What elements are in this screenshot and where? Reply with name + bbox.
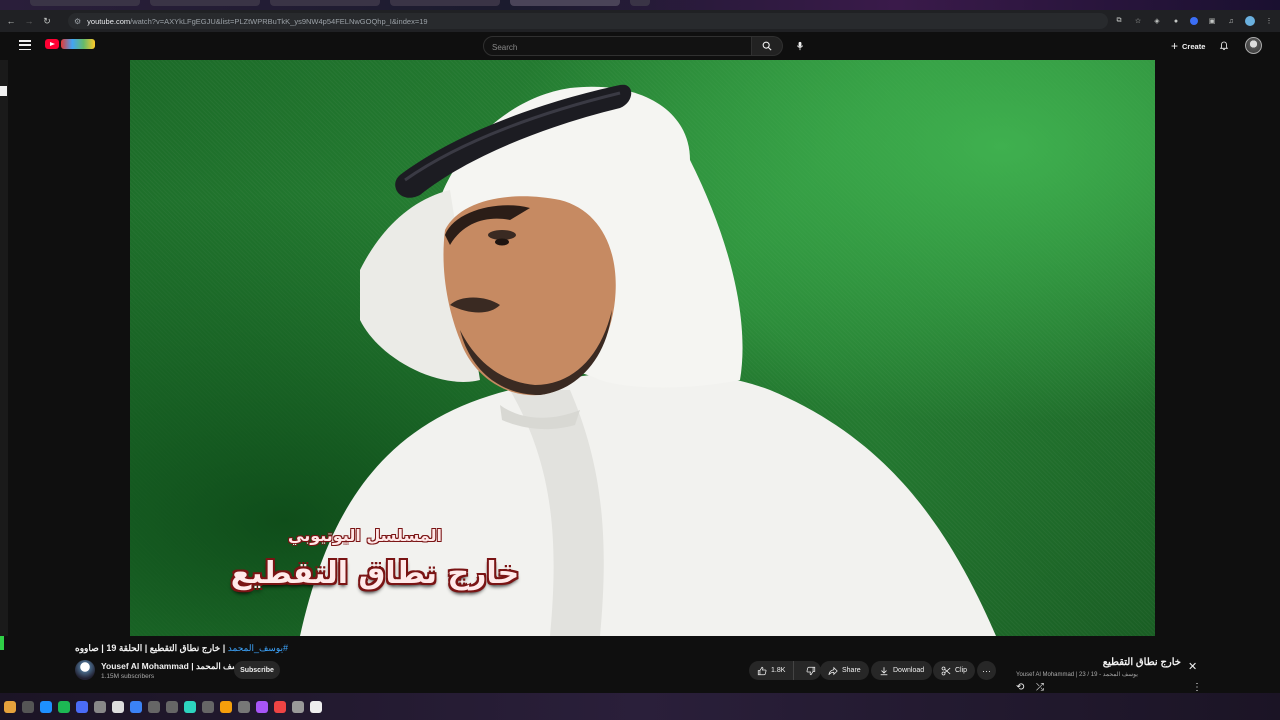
edge-marker bbox=[0, 86, 7, 96]
like-dislike-group: 1.8K bbox=[749, 661, 821, 680]
taskbar-app-icon[interactable] bbox=[310, 700, 322, 713]
taskbar-app-icon[interactable] bbox=[256, 700, 268, 713]
video-player[interactable]: المسلسل اليوتيوبي خارج نطاق التقطيع bbox=[130, 60, 1155, 636]
notifications-button[interactable] bbox=[1216, 38, 1232, 54]
taskbar-app-icon[interactable] bbox=[148, 700, 160, 713]
reload-button[interactable]: ↻ bbox=[40, 14, 54, 28]
taskbar-app-icon[interactable] bbox=[166, 700, 178, 713]
download-label: Download bbox=[893, 667, 925, 674]
taskbar-app-icon[interactable] bbox=[202, 700, 214, 713]
os-taskbar bbox=[0, 693, 1280, 720]
search-icon bbox=[762, 41, 772, 51]
taskbar-app-icon[interactable] bbox=[292, 700, 304, 713]
shuffle-icon[interactable]: ⤮ bbox=[1036, 682, 1044, 693]
video-overlay-title: خارج نطاق التقطيع bbox=[230, 556, 520, 591]
create-button[interactable]: + Create bbox=[1163, 37, 1213, 55]
youtube-masthead: + Create bbox=[0, 32, 1280, 60]
browser-tab[interactable] bbox=[390, 0, 500, 6]
browser-tab[interactable] bbox=[630, 0, 650, 6]
taskbar-app-icon[interactable] bbox=[40, 700, 52, 713]
left-page-edge bbox=[0, 60, 8, 636]
loop-icon[interactable]: ⟲ bbox=[1016, 682, 1024, 693]
forward-button[interactable]: → bbox=[22, 14, 36, 28]
account-avatar[interactable] bbox=[1245, 37, 1262, 54]
extension-icon[interactable]: ◈ bbox=[1152, 16, 1162, 26]
profile-avatar-icon[interactable] bbox=[1245, 16, 1255, 26]
taskbar-app-icon[interactable] bbox=[220, 700, 232, 713]
playlist-meta: Yousef Al Mohammad | يوسف المحمد - 19 / … bbox=[1016, 672, 1138, 678]
thumbs-down-icon bbox=[806, 666, 816, 675]
browser-tab-active[interactable] bbox=[510, 0, 620, 6]
extensions-puzzle-icon[interactable]: ▣ bbox=[1207, 16, 1217, 26]
video-title-text: | خارج نطاق التقطيع | الحلقة 19 | صاووه bbox=[75, 643, 226, 653]
video-title: #يوسف_المحمد | خارج نطاق التقطيع | الحلق… bbox=[75, 643, 288, 654]
search-button[interactable] bbox=[752, 36, 783, 56]
plus-icon: + bbox=[1171, 39, 1179, 53]
subscriber-count: 1.15M subscribers bbox=[101, 673, 155, 680]
url-host: youtube.com bbox=[87, 16, 131, 26]
extension-icons: ⧉ ☆ ◈ ● ▣ ♫ ⋮ bbox=[1114, 14, 1280, 28]
thumbs-up-icon bbox=[757, 666, 767, 675]
browser-toolbar: ← → ↻ ⚙ youtube.com/watch?v=AXYkLFgEGJU&… bbox=[0, 10, 1280, 32]
video-overlay-subtitle: المسلسل اليوتيوبي bbox=[288, 526, 442, 545]
browser-tab[interactable] bbox=[270, 0, 380, 6]
address-bar[interactable]: ⚙ youtube.com/watch?v=AXYkLFgEGJU&list=P… bbox=[68, 13, 1108, 29]
browser-menu-icon[interactable]: ⋮ bbox=[1264, 16, 1274, 26]
browser-tab[interactable] bbox=[150, 0, 260, 6]
install-app-icon[interactable]: ⧉ bbox=[1114, 16, 1124, 26]
youtube-play-icon bbox=[45, 39, 59, 49]
more-actions-button[interactable]: ··· bbox=[977, 661, 996, 680]
taskbar-app-icon[interactable] bbox=[238, 700, 250, 713]
bookmark-star-icon[interactable]: ☆ bbox=[1133, 16, 1143, 26]
taskbar-app-icon[interactable] bbox=[184, 700, 196, 713]
taskbar-app-icon[interactable] bbox=[76, 700, 88, 713]
extension-icon[interactable] bbox=[1190, 17, 1198, 25]
like-count: 1.8K bbox=[771, 667, 786, 674]
taskbar-app-icon[interactable] bbox=[94, 700, 106, 713]
guide-menu-icon[interactable] bbox=[19, 40, 31, 50]
video-frame-person bbox=[300, 84, 996, 636]
search-box bbox=[483, 36, 752, 57]
download-icon bbox=[880, 666, 888, 675]
subscribe-button[interactable]: Subscribe bbox=[234, 661, 280, 679]
clip-label: Clip bbox=[955, 667, 968, 674]
bell-icon bbox=[1219, 41, 1229, 51]
browser-tab-strip bbox=[0, 0, 1280, 10]
back-button[interactable]: ← bbox=[4, 14, 18, 28]
share-icon bbox=[828, 666, 838, 675]
download-button[interactable]: Download bbox=[871, 661, 933, 680]
taskbar-app-icon[interactable] bbox=[58, 700, 70, 713]
browser-tab[interactable] bbox=[30, 0, 140, 6]
youtube-doodle-logo bbox=[61, 39, 95, 49]
close-icon[interactable]: ✕ bbox=[1188, 660, 1197, 673]
video-hashtag-link[interactable]: #يوسف_المحمد bbox=[228, 643, 288, 653]
channel-avatar[interactable] bbox=[75, 660, 95, 680]
url-path: /watch?v=AXYkLFgEGJU&list=PLZtWPRBuTkK_y… bbox=[130, 16, 428, 26]
site-info-icon[interactable]: ⚙ bbox=[74, 17, 81, 26]
side-indicator bbox=[0, 636, 4, 650]
voice-search-button[interactable] bbox=[790, 36, 810, 56]
media-icon[interactable]: ♫ bbox=[1226, 16, 1236, 26]
create-label: Create bbox=[1182, 41, 1206, 51]
clip-button[interactable]: Clip bbox=[933, 661, 976, 680]
microphone-icon bbox=[796, 41, 804, 51]
playlist-title[interactable]: خارج نطاق التقطيع bbox=[1103, 657, 1181, 668]
youtube-logo[interactable] bbox=[45, 39, 95, 49]
like-button[interactable]: 1.8K bbox=[749, 661, 795, 680]
share-button[interactable]: Share bbox=[820, 661, 869, 680]
taskbar-app-icon[interactable] bbox=[22, 700, 34, 713]
playlist-panel: خارج نطاق التقطيع Yousef Al Mohammad | ي… bbox=[1008, 648, 1208, 694]
channel-name[interactable]: Yousef Al Mohammad | يوسف المحمد bbox=[101, 661, 246, 672]
taskbar-app-icon[interactable] bbox=[274, 700, 286, 713]
taskbar-app-icon[interactable] bbox=[112, 700, 124, 713]
start-icon[interactable] bbox=[4, 700, 16, 713]
search-input[interactable] bbox=[484, 38, 751, 57]
extension-icon[interactable]: ● bbox=[1171, 16, 1181, 26]
playlist-more-icon[interactable]: ⋮ bbox=[1192, 682, 1202, 693]
scissors-icon bbox=[941, 666, 951, 675]
taskbar-app-icon[interactable] bbox=[130, 700, 142, 713]
share-label: Share bbox=[842, 667, 861, 674]
